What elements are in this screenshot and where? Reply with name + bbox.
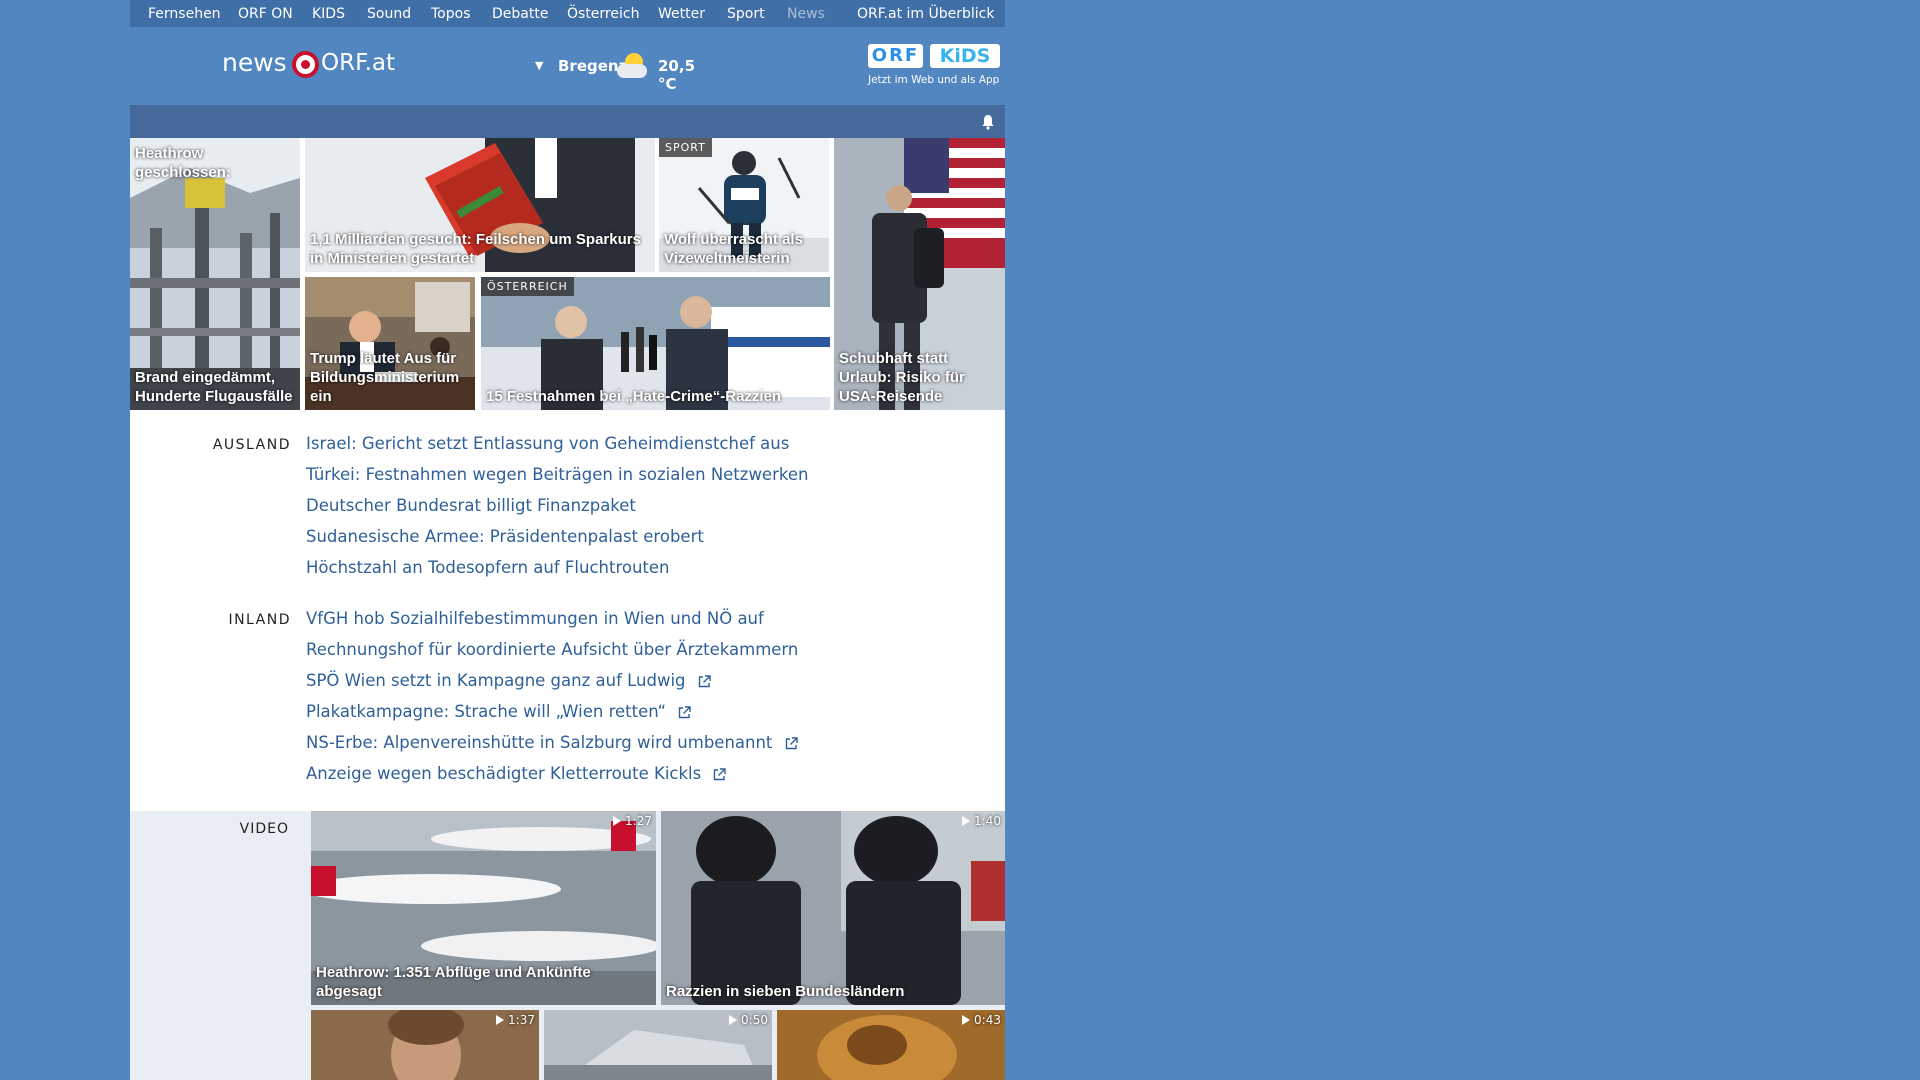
teaser-caption-top: Heathrow geschlossen: <box>135 145 231 181</box>
nav-oesterreich[interactable]: Österreich <box>567 6 639 22</box>
video-duration: 0:43 <box>962 1013 1001 1027</box>
play-icon <box>496 1015 505 1025</box>
video-section: VIDEO 1:27 Heathrow: 1.351 Abflüge und A… <box>130 811 1005 1080</box>
play-icon <box>962 816 971 826</box>
teaser-caption: Wolf überrascht als Vizeweltmeisterin <box>664 231 803 267</box>
logo-news-text: news <box>222 48 287 77</box>
video-thumbnail <box>661 811 1005 1005</box>
site-header: news ORF.at ▼ Bregenz 20,5 °C ORF KiDS J… <box>130 27 1005 105</box>
headline-link[interactable]: SPÖ Wien setzt in Kampagne ganz auf Ludw… <box>306 671 686 690</box>
video-item-4[interactable]: 0:50 <box>544 1010 772 1080</box>
orf-ring-icon <box>292 51 319 78</box>
video-caption: Razzien in sieben Bundesländern <box>666 983 905 1000</box>
play-icon <box>613 816 622 826</box>
notification-bar <box>130 105 1005 138</box>
section-label-inland: INLAND <box>228 612 291 628</box>
external-headline-item[interactable]: Anzeige wegen beschädigter Kletterroute … <box>306 764 727 783</box>
video-duration: 1:37 <box>496 1013 535 1027</box>
external-link-icon <box>698 675 711 688</box>
orf-kids-tagline: Jetzt im Web und als App <box>868 74 1000 86</box>
logo-orf-text: ORF.at <box>321 50 396 76</box>
teaser-wolf[interactable]: SPORT Wolf überrascht als Vizeweltmeiste… <box>659 138 829 272</box>
headline-link[interactable]: Höchstzahl an Todesopfern auf Fluchtrout… <box>306 558 670 577</box>
headline-link[interactable]: Anzeige wegen beschädigter Kletterroute … <box>306 764 701 783</box>
weather-temperature: 20,5 °C <box>658 57 696 93</box>
headline-link[interactable]: Sudanesische Armee: Präsidentenpalast er… <box>306 527 704 546</box>
video-item-5[interactable]: 0:43 <box>777 1010 1005 1080</box>
nav-news[interactable]: News <box>787 6 825 22</box>
nav-kids[interactable]: KIDS <box>312 6 345 22</box>
teaser-caption: 1,1 Milliarden gesucht: Feilschen um Spa… <box>310 231 641 267</box>
nav-topos[interactable]: Topos <box>431 6 470 22</box>
cloud-icon <box>617 64 647 78</box>
video-duration: 1:27 <box>613 814 652 828</box>
nav-sport[interactable]: Sport <box>727 6 765 22</box>
page: Fernsehen ORF ON KIDS Sound Topos Debatt… <box>130 0 1005 1080</box>
nav-fernsehen[interactable]: Fernsehen <box>148 6 221 22</box>
bell-icon[interactable] <box>981 114 995 130</box>
video-caption: Heathrow: 1.351 Abflüge und Ankünfte abg… <box>316 964 591 1000</box>
section-label-video: VIDEO <box>239 821 289 837</box>
orf-kids-kids-logo: KiDS <box>930 44 1000 68</box>
video-razzien[interactable]: 1:40 Razzien in sieben Bundesländern <box>661 811 1005 1005</box>
category-badge: SPORT <box>659 138 712 157</box>
headline-link[interactable]: Türkei: Festnahmen wegen Beiträgen in so… <box>306 465 808 484</box>
external-link-icon <box>785 737 798 750</box>
external-headline-item[interactable]: SPÖ Wien setzt in Kampagne ganz auf Ludw… <box>306 671 711 690</box>
top-navigation: Fernsehen ORF ON KIDS Sound Topos Debatt… <box>130 0 1005 27</box>
external-headline-item[interactable]: NS-Erbe: Alpenvereinshütte in Salzburg w… <box>306 733 798 752</box>
nav-wetter[interactable]: Wetter <box>658 6 705 22</box>
teaser-razzien[interactable]: ÖSTERREICH 15 Festnahmen bei „Hate-Crime… <box>481 277 830 410</box>
section-label-ausland: AUSLAND <box>212 437 291 453</box>
play-icon <box>962 1015 971 1025</box>
nav-sound[interactable]: Sound <box>367 6 411 22</box>
teaser-caption: Brand eingedämmt, Hunderte Flugausfälle <box>135 369 293 405</box>
teaser-caption: Schubhaft statt Urlaub: Risiko für USA-R… <box>839 350 965 405</box>
video-duration: 0:50 <box>729 1013 768 1027</box>
headline-link[interactable]: Deutscher Bundesrat billigt Finanzpaket <box>306 496 636 515</box>
teaser-heathrow[interactable]: Heathrow geschlossen: Brand eingedämmt, … <box>130 138 300 410</box>
headline-link[interactable]: Israel: Gericht setzt Entlassung von Geh… <box>306 434 789 453</box>
chevron-down-icon: ▼ <box>535 59 544 72</box>
external-headline-item[interactable]: Plakatkampagne: Strache will „Wien rette… <box>306 702 691 721</box>
headline-link[interactable]: NS-Erbe: Alpenvereinshütte in Salzburg w… <box>306 733 772 752</box>
orf-kids-promo[interactable]: ORF KiDS Jetzt im Web und als App <box>866 44 1002 92</box>
headline-link[interactable]: Rechnungshof für koordinierte Aufsicht ü… <box>306 640 798 659</box>
category-badge: ÖSTERREICH <box>481 277 574 296</box>
video-heathrow[interactable]: 1:27 Heathrow: 1.351 Abflüge und Ankünft… <box>311 811 656 1005</box>
headline-link[interactable]: Plakatkampagne: Strache will „Wien rette… <box>306 702 666 721</box>
video-item-3[interactable]: 1:37 <box>311 1010 539 1080</box>
external-link-icon <box>714 768 727 781</box>
teaser-schubhaft[interactable]: Schubhaft statt Urlaub: Risiko für USA-R… <box>834 138 1005 410</box>
nav-orf-on[interactable]: ORF ON <box>238 6 293 22</box>
teaser-caption: 15 Festnahmen bei „Hate-Crime“-Razzien <box>486 388 782 405</box>
top-stories-grid: Heathrow geschlossen: Brand eingedämmt, … <box>130 138 1005 410</box>
video-duration: 1:40 <box>962 814 1001 828</box>
play-icon <box>729 1015 738 1025</box>
orf-kids-orf-logo: ORF <box>868 44 923 68</box>
teaser-sparkurs[interactable]: 1,1 Milliarden gesucht: Feilschen um Spa… <box>305 138 655 272</box>
headline-link[interactable]: VfGH hob Sozialhilfebestimmungen in Wien… <box>306 609 764 628</box>
external-link-icon <box>679 706 691 719</box>
teaser-trump[interactable]: Trump läutet Aus für Bildungsministerium… <box>305 277 475 410</box>
headline-lists: AUSLAND Israel: Gericht setzt Entlassung… <box>130 410 1005 811</box>
teaser-caption: Trump läutet Aus für Bildungsministerium… <box>310 350 460 405</box>
nav-orf-overview[interactable]: ORF.at im Überblick <box>857 6 994 22</box>
nav-debatte[interactable]: Debatte <box>492 6 548 22</box>
